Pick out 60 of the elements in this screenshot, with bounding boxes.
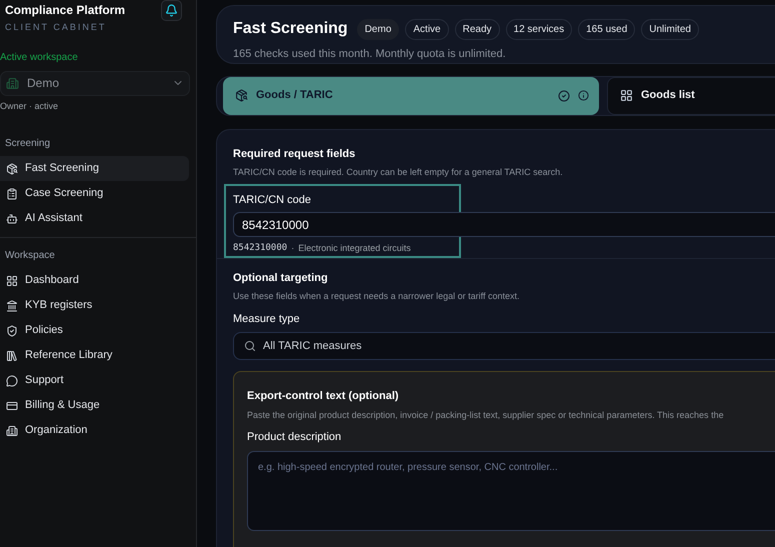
field-label: Product description (247, 430, 342, 446)
notifications-button[interactable] (161, 0, 182, 21)
match-description: Electronic integrated circuits (298, 242, 411, 255)
nav-item[interactable]: Fast Screening (0, 156, 189, 181)
workspace-role: Owner · active (0, 100, 60, 112)
nav-item[interactable]: Dashboard (0, 268, 189, 293)
package-icon (6, 162, 18, 174)
tab[interactable]: Goods list (607, 76, 775, 114)
nav-item[interactable]: AI Assistant (0, 206, 189, 231)
brand-title: Compliance Platform (5, 2, 126, 19)
section-hint: TARIC/CN code is required. Country can be left empty for a general TARIC search. (233, 166, 564, 179)
field-label: TARIC/CN code (233, 192, 312, 208)
panel-title: Export-control text (optional) (247, 389, 400, 404)
nav-item[interactable]: KYB registers (0, 293, 189, 318)
section-title: Required request fields (233, 146, 356, 162)
bank-icon (6, 300, 18, 312)
books-icon (6, 350, 18, 362)
status-badge: 165 used (578, 18, 636, 40)
brand-subtitle: CLIENT CABINET (5, 21, 108, 34)
taric-code-input[interactable]: 8542310000 (233, 212, 775, 237)
card-icon (6, 400, 18, 412)
workspace-label: Active workspace (0, 50, 79, 64)
building-icon (6, 424, 18, 436)
grid-icon (6, 274, 18, 286)
section-hint: Use these fields when a request needs a narrower legal or tariff context. (233, 290, 520, 303)
status-badge: Demo (356, 18, 400, 40)
robot-icon (6, 212, 18, 224)
bell-icon (165, 4, 178, 17)
package-icon (235, 89, 248, 102)
clipboard-icon (6, 188, 18, 200)
section-title: Optional targeting (233, 270, 329, 286)
shield-icon (6, 324, 18, 336)
panel-hint: Paste the original product description, invoice / packing-list text, supplier spec or technical parameters. This reaches the (247, 408, 725, 422)
tab[interactable]: Goods / TARIC (223, 76, 599, 114)
separator-dot: · (291, 242, 294, 255)
grid-icon (620, 89, 633, 102)
field-label: Measure type (233, 312, 301, 326)
nav-item[interactable]: Case Screening (0, 181, 189, 206)
check-circle-icon (558, 90, 570, 102)
nav-item[interactable]: Policies (0, 318, 189, 343)
page-subtitle: 165 checks used this month. Monthly quota is unlimited. (233, 47, 507, 62)
match-code: 8542310000 (233, 242, 288, 255)
status-badge: Ready (454, 18, 500, 40)
search-icon (244, 340, 256, 352)
product-description-input[interactable]: e.g. high-speed encrypted router, pressure sensor, CNC controller... (247, 450, 775, 531)
measure-type-field[interactable]: All TARIC measures (233, 332, 775, 360)
info-icon (578, 90, 589, 101)
workspace-select[interactable]: Demo (0, 70, 190, 96)
page-title: Fast Screening (233, 19, 348, 39)
nav-item[interactable]: Reference Library (0, 343, 189, 368)
status-badge: 12 services (506, 18, 572, 40)
nav-section-title: Screening (4, 137, 52, 151)
nav-item[interactable]: Organization (0, 418, 189, 443)
nav-item[interactable]: Support (0, 368, 189, 393)
status-badge: Active (405, 18, 449, 40)
status-badge: Unlimited (641, 18, 699, 40)
building-icon (6, 76, 19, 90)
nav-section-title: Workspace (4, 249, 56, 263)
chat-bubble-icon (6, 374, 18, 386)
nav-item[interactable]: Billing & Usage (0, 393, 189, 418)
